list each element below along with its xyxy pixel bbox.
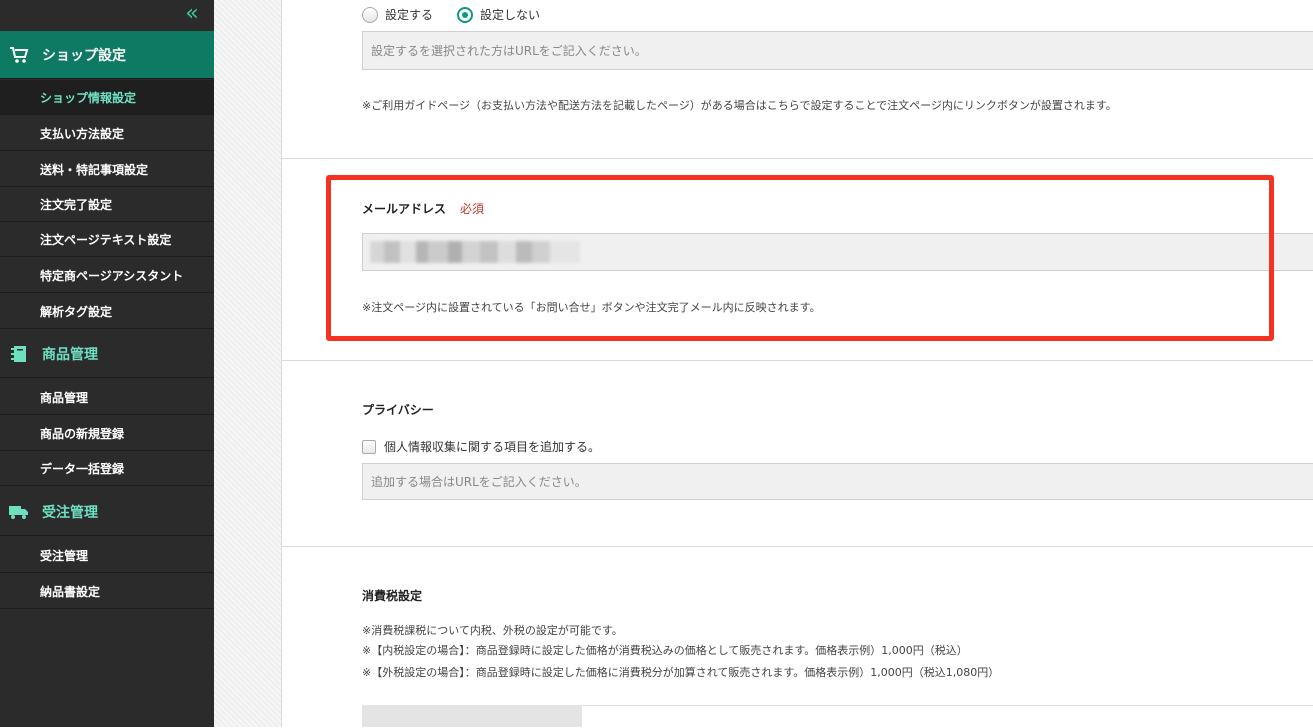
- sidebar-item-shop-info[interactable]: ショップ情報設定: [0, 80, 214, 115]
- sidebar-item-analytics-tag[interactable]: 解析タグ設定: [0, 294, 214, 329]
- radio-unset[interactable]: [457, 6, 474, 23]
- truck-icon: [9, 502, 29, 522]
- tax-note-3: ※【外税設定の場合】：商品登録時に設定した価格に消費税分が加算されて販売されます…: [362, 666, 1000, 679]
- guide-url-input[interactable]: 設定するを選択された方はURLをご記入ください。: [362, 31, 1313, 70]
- collapse-sidebar-icon[interactable]: «: [178, 3, 206, 25]
- notebook-icon: [9, 344, 29, 364]
- sidebar-item-new-product[interactable]: 商品の新規登録: [0, 416, 214, 451]
- guide-page-radio-group: 設定する 設定しない: [362, 6, 564, 23]
- radio-set[interactable]: [362, 6, 378, 23]
- privacy-checkbox[interactable]: [362, 439, 376, 454]
- radio-set-label[interactable]: 設定する: [385, 6, 433, 23]
- main-content: 設定する 設定しない 設定するを選択された方はURLをご記入ください。 ※ご利用…: [282, 0, 1313, 728]
- sidebar-section-label: 受注管理: [42, 504, 98, 521]
- privacy-checkbox-row[interactable]: 個人情報収集に関する項目を追加する。: [362, 438, 600, 455]
- sidebar-item-delivery-slip[interactable]: 納品書設定: [0, 574, 214, 609]
- sidebar-item-product-management[interactable]: 商品管理: [0, 380, 214, 415]
- sidebar-section-label: ショップ設定: [42, 47, 126, 64]
- sidebar-item-shipping[interactable]: 送料・特記事項設定: [0, 152, 214, 187]
- section-divider: [282, 546, 1313, 547]
- sidebar-item-order-management[interactable]: 受注管理: [0, 538, 214, 573]
- sidebar-item-commerce-assistant[interactable]: 特定商ページアシスタント: [0, 258, 214, 293]
- sidebar-section-label: 商品管理: [42, 346, 98, 363]
- radio-unset-label[interactable]: 設定しない: [480, 6, 540, 23]
- sidebar-item-order-page-text[interactable]: 注文ページテキスト設定: [0, 222, 214, 257]
- sidebar-section-products[interactable]: 商品管理: [0, 330, 214, 378]
- sidebar-section-orders[interactable]: 受注管理: [0, 488, 214, 536]
- sidebar-item-order-complete[interactable]: 注文完了設定: [0, 187, 214, 222]
- highlight-frame: [326, 175, 1274, 341]
- privacy-checkbox-label[interactable]: 個人情報収集に関する項目を追加する。: [384, 438, 600, 455]
- stripe-gutter: [214, 0, 282, 727]
- section-divider: [282, 360, 1313, 361]
- sidebar: « ショップ設定 ショップ情報設定 支払い方法設定 送料・特記事項設定 注文完了…: [0, 0, 214, 727]
- sidebar-item-bulk-register[interactable]: データ一括登録: [0, 451, 214, 486]
- privacy-heading: プライバシー: [362, 403, 434, 417]
- tax-option-value-cell[interactable]: [582, 705, 1313, 728]
- guide-note: ※ご利用ガイドページ（お支払い方法や配送方法を記載したページ）がある場合はこちら…: [362, 99, 1117, 112]
- sidebar-section-shop-settings[interactable]: ショップ設定: [0, 31, 214, 79]
- tax-heading: 消費税設定: [362, 589, 423, 603]
- tax-note-2: ※【内税設定の場合】：商品登録時に設定した価格が消費税込みの価格として販売されま…: [362, 644, 968, 657]
- cart-icon: [9, 45, 29, 65]
- section-divider: [282, 158, 1313, 159]
- tax-note-1: ※消費税課税について内税、外税の設定が可能です。: [362, 624, 623, 637]
- sidebar-item-payment[interactable]: 支払い方法設定: [0, 116, 214, 151]
- tax-option-label-cell: [362, 705, 582, 727]
- privacy-url-input[interactable]: 追加する場合はURLをご記入ください。: [362, 463, 1313, 500]
